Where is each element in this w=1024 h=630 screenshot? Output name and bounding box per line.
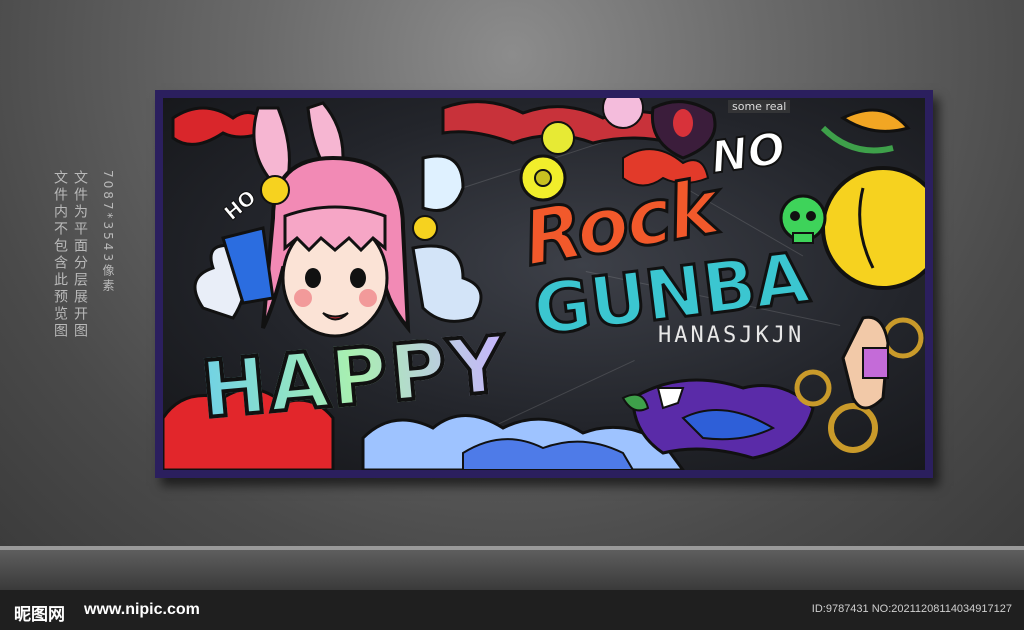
image-id: ID:9787431 NO:20211208114034917127 [811,603,1012,615]
nipic-site-link[interactable]: www.nipic.com [84,601,200,619]
side-note-column-2: 文件内不包含此预览图 [52,170,68,340]
pink-cloud [602,98,644,129]
no-text: NO [707,122,790,185]
poster-frame: some real HO NO Rock GUNBA HANASJKJN HAP… [155,90,933,478]
gear-icon [828,403,878,453]
side-note-column-1: 文件为平面分层展开图 [72,170,88,340]
floor [0,550,1024,590]
side-note-resolution: 7087*3543像素 [101,170,115,295]
watermark-bar: 昵图网 www.nipic.com ID:9787431 NO:20211208… [0,590,1024,630]
orange-fruit [840,108,911,133]
yellow-moon [821,166,925,290]
subtitle-text: HANASJKJN [658,323,805,348]
some-real-tag: some real [728,100,791,113]
graffiti-artwork: some real HO NO Rock GUNBA HANASJKJN HAP… [163,98,925,470]
lemon-slice [260,175,290,205]
nipic-logo: 昵图网 [14,605,65,625]
